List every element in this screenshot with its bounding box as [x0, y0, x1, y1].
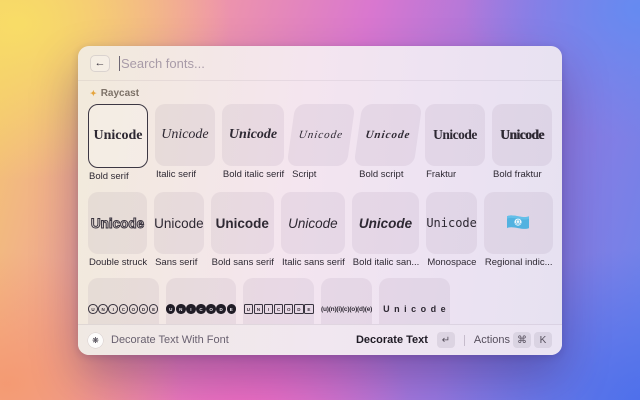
font-tile-bold-italic-san[interactable]: Unicode	[351, 192, 420, 254]
actions-button[interactable]: Actions	[474, 334, 510, 346]
font-tile-label: Italic serif	[155, 169, 197, 180]
font-tile-bold-serif[interactable]: Unicode	[88, 104, 148, 168]
back-button[interactable]: ←	[90, 54, 110, 72]
section-header: ✦ Raycast	[90, 88, 550, 99]
raycast-sparkle-icon: ✦	[90, 89, 97, 98]
extension-icon: ❋	[88, 332, 103, 348]
font-grid-row: Unicode Double struck Unicode Sans serif Uni…	[88, 192, 553, 270]
un-flag-icon	[507, 215, 530, 229]
font-grid-row: UNICODEUNICODEUNICODEunicodeUnicode	[88, 278, 552, 325]
font-tile-italic-serif[interactable]: Unicode	[154, 104, 215, 166]
k-key-badge[interactable]: K	[534, 332, 552, 348]
font-tile-label: Script	[292, 169, 317, 180]
font-tile-label: Sans serif	[155, 257, 198, 268]
font-grid-row: Unicode Bold serif Unicode Italic serif Unic…	[88, 104, 552, 184]
font-tile-bold-sans-serif[interactable]: Unicode	[210, 192, 274, 254]
font-tile-bold-fraktur[interactable]: Unicode	[492, 104, 552, 166]
action-bar: ❋ Decorate Text With Font Decorate Text …	[78, 324, 562, 355]
font-tile-label: Italic sans serif	[281, 257, 345, 268]
font-tile-fullwidth[interactable]: Unicode	[379, 278, 451, 325]
font-tile-circled[interactable]: UNICODE	[88, 278, 159, 325]
section-label: Raycast	[100, 88, 140, 99]
font-tile-italic-sans-serif[interactable]: Unicode	[280, 192, 345, 254]
font-tile-double-struck[interactable]: Unicode	[88, 192, 148, 254]
extension-name: Decorate Text With Font	[111, 334, 229, 346]
font-tile-label: Double struck	[89, 257, 148, 268]
font-tile-label: Fraktur	[426, 169, 457, 180]
primary-action-label[interactable]: Decorate Text	[356, 334, 428, 346]
font-tile-bold-script[interactable]: Unicode	[353, 104, 423, 166]
font-tile-paren[interactable]: unicode	[320, 278, 373, 325]
font-tile-label: Monospace	[427, 257, 477, 268]
font-tile-label: Bold italic san...	[352, 257, 420, 268]
return-key-badge[interactable]: ↵	[436, 332, 455, 348]
search-header: ← Search fonts...	[78, 46, 562, 81]
cmd-key-badge[interactable]: ⌘	[513, 332, 531, 348]
arrow-left-icon: ←	[94, 57, 106, 69]
font-tile-sans-serif[interactable]: Unicode	[154, 192, 204, 254]
search-input[interactable]: Search fonts...	[121, 56, 550, 71]
font-tile-label: Bold script	[359, 169, 404, 180]
text-caret	[119, 55, 120, 71]
font-grid: Unicode Bold serif Unicode Italic serif Unic…	[88, 104, 553, 325]
footer-divider	[463, 334, 465, 346]
font-tile-label: Regional indic...	[484, 257, 553, 268]
font-tile-label: Bold fraktur	[493, 169, 542, 180]
font-tile-label: Bold italic serif	[222, 169, 285, 180]
font-tile-circled-filled[interactable]: UNICODE	[165, 278, 237, 325]
font-tile-label: Bold sans serif	[211, 257, 274, 268]
font-tile-squared[interactable]: UNICODE	[243, 278, 314, 325]
font-tile-script[interactable]: Unicode	[286, 104, 356, 166]
font-tile-label: Bold serif	[89, 171, 129, 182]
raycast-window: ← Search fonts... ✦ Raycast Unicode Bold …	[78, 46, 562, 355]
font-tile-bold-italic-serif[interactable]: Unicode	[221, 104, 285, 166]
font-tile-regional-indic[interactable]	[483, 192, 553, 254]
results-area: ✦ Raycast Unicode Bold serif Unicode Italic…	[78, 81, 562, 325]
font-tile-monospace[interactable]: Unicode	[426, 192, 477, 254]
font-tile-fraktur[interactable]: Unicode	[425, 104, 486, 166]
